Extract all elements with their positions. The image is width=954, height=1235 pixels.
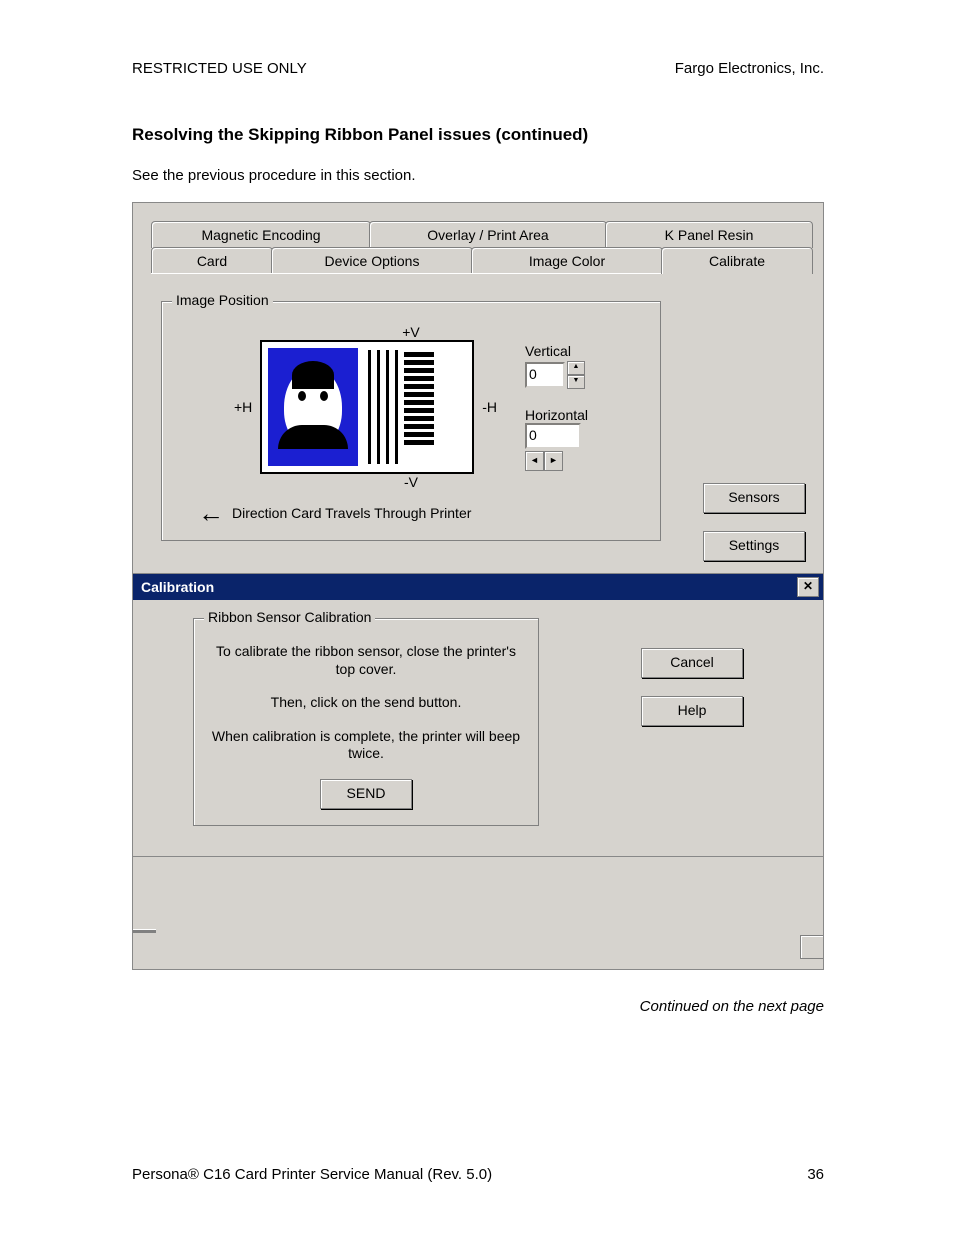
tab-image-color[interactable]: Image Color: [471, 247, 663, 274]
footer-page-number: 36: [807, 1166, 824, 1183]
registered-icon: ®: [188, 1166, 199, 1183]
vertical-input[interactable]: 0: [525, 362, 565, 388]
image-position-legend: Image Position: [172, 292, 273, 308]
section-heading: Resolving the Skipping Ribbon Panel issu…: [132, 125, 824, 145]
horizontal-input[interactable]: 0: [525, 423, 581, 449]
plus-h-label: +H: [234, 399, 252, 415]
sensors-button[interactable]: Sensors: [703, 483, 805, 513]
calibration-text-3: When calibration is complete, the printe…: [206, 728, 526, 763]
tab-card[interactable]: Card: [151, 247, 273, 274]
settings-button[interactable]: Settings: [703, 531, 805, 561]
dialog-title: Calibration: [141, 579, 214, 595]
minus-h-label: -H: [482, 399, 497, 415]
header-right: Fargo Electronics, Inc.: [675, 60, 824, 77]
horizontal-right-icon[interactable]: ►: [544, 451, 563, 471]
horizontal-label: Horizontal: [525, 407, 588, 423]
calibration-dialog: Calibration ✕ Ribbon Sensor Calibration …: [132, 573, 824, 857]
help-button[interactable]: Help: [641, 696, 743, 726]
tab-strip: Magnetic Encoding Overlay / Print Area K…: [151, 221, 805, 277]
arrow-left-icon: ←: [198, 500, 224, 526]
minus-v-label: -V: [404, 474, 418, 490]
horizontal-left-icon[interactable]: ◄: [525, 451, 544, 471]
plus-v-label: +V: [402, 324, 420, 340]
frame-fragment-right: [800, 935, 824, 959]
vertical-label: Vertical: [525, 343, 588, 359]
page-footer: Persona® C16 Card Printer Service Manual…: [132, 1166, 824, 1183]
send-button[interactable]: SEND: [320, 779, 412, 809]
printer-dialog-screenshot: Magnetic Encoding Overlay / Print Area K…: [132, 202, 824, 970]
intro-text: See the previous procedure in this secti…: [132, 167, 824, 184]
continued-note: Continued on the next page: [132, 998, 824, 1015]
tab-magnetic-encoding[interactable]: Magnetic Encoding: [151, 221, 371, 248]
card-preview-image: [260, 340, 474, 474]
calibration-text-2: Then, click on the send button.: [206, 694, 526, 712]
cancel-button[interactable]: Cancel: [641, 648, 743, 678]
tab-k-panel-resin[interactable]: K Panel Resin: [605, 221, 813, 248]
frame-fragment-left: [132, 929, 156, 933]
close-icon[interactable]: ✕: [797, 577, 819, 597]
ribbon-group-legend: Ribbon Sensor Calibration: [204, 609, 375, 625]
tab-device-options[interactable]: Device Options: [271, 247, 473, 274]
direction-text: Direction Card Travels Through Printer: [232, 505, 471, 521]
tab-overlay-print-area[interactable]: Overlay / Print Area: [369, 221, 607, 248]
footer-left: Persona® C16 Card Printer Service Manual…: [132, 1166, 492, 1183]
image-position-group: Image Position +V +H: [161, 301, 661, 541]
header-left: RESTRICTED USE ONLY: [132, 60, 307, 77]
tab-calibrate[interactable]: Calibrate: [661, 247, 813, 274]
ribbon-sensor-group: Ribbon Sensor Calibration To calibrate t…: [193, 618, 539, 826]
vertical-spin-up[interactable]: ▲: [567, 361, 585, 375]
page-header: RESTRICTED USE ONLY Fargo Electronics, I…: [132, 60, 824, 77]
dialog-titlebar: Calibration ✕: [133, 574, 823, 600]
vertical-spin-down[interactable]: ▼: [567, 375, 585, 389]
calibration-text-1: To calibrate the ribbon sensor, close th…: [206, 643, 526, 678]
